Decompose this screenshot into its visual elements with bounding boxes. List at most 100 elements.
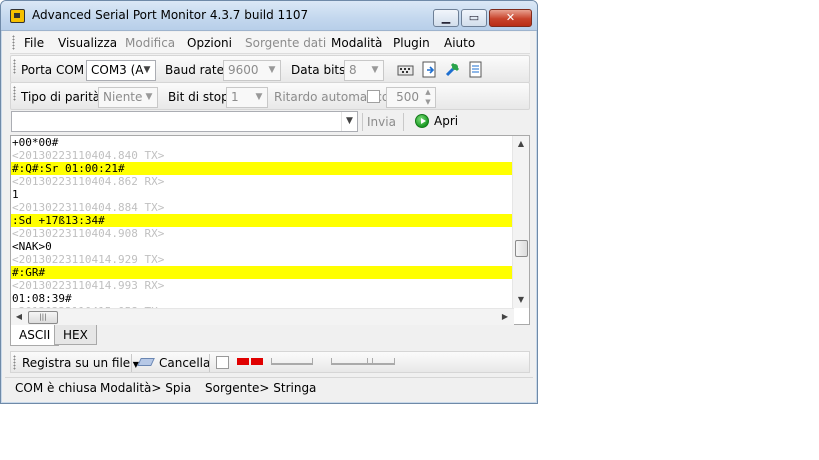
log-data-line: #:Q#:Sr 01:00:21#	[11, 162, 514, 175]
separator	[403, 113, 404, 131]
close-icon: ✕	[505, 11, 516, 24]
signal-led-off	[367, 358, 395, 365]
log-timestamp-line: <20130223110404.884 TX>	[12, 201, 165, 214]
chevron-down-icon: ▼	[145, 92, 153, 102]
clear-button[interactable]: Cancella	[137, 356, 211, 370]
status-port: COM è chiusa	[15, 381, 97, 395]
send-button[interactable]: Invia	[367, 115, 396, 129]
scroll-left-icon[interactable]: ◀	[11, 309, 27, 325]
baud-value: 9600	[228, 63, 259, 77]
toolbar-grip[interactable]	[13, 59, 16, 74]
document-icon[interactable]	[467, 61, 484, 78]
plugin-icon[interactable]	[444, 61, 461, 78]
log-timestamp-line: <20130223110404.840 TX>	[12, 149, 165, 162]
window-title: Advanced Serial Port Monitor 4.3.7 build…	[32, 8, 309, 22]
menu-visualizza[interactable]: Visualizza	[58, 36, 117, 50]
app-window: Advanced Serial Port Monitor 4.3.7 build…	[0, 0, 538, 404]
minimize-icon: ▁	[441, 11, 451, 24]
menu-file[interactable]: File	[24, 36, 44, 50]
chevron-down-icon[interactable]: ▼	[341, 112, 357, 131]
menu-modifica[interactable]: Modifica	[125, 36, 175, 50]
auto-delay-checkbox[interactable]	[367, 90, 380, 103]
spin-down-icon[interactable]: ▼	[421, 98, 435, 107]
databits-value: 8	[349, 63, 357, 77]
chevron-down-icon: ▼	[371, 65, 379, 75]
maximize-icon: ▭	[468, 11, 480, 24]
databits-select[interactable]: 8 ▼	[344, 60, 384, 81]
port-value: COM3 (A	[91, 63, 144, 77]
baud-label: Baud rate	[165, 63, 224, 77]
log-timestamp-line: <20130223110414.929 TX>	[12, 253, 165, 266]
tab-hex[interactable]: HEX	[54, 325, 97, 345]
scroll-down-icon[interactable]: ▼	[513, 292, 529, 308]
log-data-line: #:GR#	[11, 266, 514, 279]
open-button-label: Apri	[434, 114, 459, 128]
log-pane[interactable]: +00*00# <20130223110404.840 TX> #:Q#:Sr 01…	[10, 135, 530, 325]
save-settings-icon[interactable]	[421, 61, 438, 78]
send-bar: ▼ Invia Apri	[10, 110, 530, 134]
log-timestamp-line: <20130223110404.908 RX>	[12, 227, 165, 240]
menu-opzioni[interactable]: Opzioni	[187, 36, 232, 50]
line-settings-toolbar: Tipo di parità Niente ▼ Bit di stop 1 ▼ …	[10, 82, 530, 110]
delay-spinner[interactable]: 500 ▲ ▼	[386, 87, 436, 108]
log-data-line: <NAK>0	[12, 240, 52, 253]
status-bar: COM è chiusa Modalità> Spia Sorgente> St…	[5, 377, 533, 399]
separator	[131, 354, 132, 372]
menu-grip[interactable]	[12, 35, 15, 50]
log-timestamp-line: <20130223110414.993 RX>	[12, 279, 165, 292]
play-icon	[415, 114, 429, 128]
scroll-up-icon[interactable]: ▲	[513, 136, 529, 152]
signal-indicator	[216, 356, 229, 369]
log-data-line: 01:08:39#	[12, 292, 72, 305]
spin-up-icon[interactable]: ▲	[421, 88, 435, 97]
maximize-button[interactable]: ▭	[461, 9, 487, 27]
app-icon	[10, 9, 25, 23]
record-label: Registra su un file	[22, 356, 131, 370]
horizontal-scroll-thumb[interactable]: |||	[28, 311, 58, 324]
signal-led-red	[237, 358, 249, 365]
chevron-down-icon: ▼	[268, 65, 276, 75]
menu-sorgente-dati[interactable]: Sorgente dati	[245, 36, 326, 50]
port-label: Porta COM	[21, 63, 85, 77]
parity-select[interactable]: Niente ▼	[98, 87, 158, 108]
horizontal-scrollbar[interactable]: ◀ ||| ▶	[11, 308, 514, 325]
port-select[interactable]: COM3 (A ▼	[86, 60, 156, 81]
stopbits-select[interactable]: 1 ▼	[226, 87, 268, 108]
port-settings-toolbar: Porta COM COM3 (A ▼ Baud rate 9600 ▼ Dat…	[10, 55, 530, 83]
toolbar-grip[interactable]	[13, 355, 16, 370]
log-data-line: +00*00#	[12, 136, 59, 149]
menu-modalita[interactable]: Modalità	[331, 36, 382, 50]
view-tabs: ASCII HEX	[10, 325, 530, 347]
menu-bar: File Visualizza Modifica Opzioni Sorgent…	[10, 32, 530, 54]
status-source: Sorgente> Stringa	[205, 381, 317, 395]
signal-led-off	[271, 358, 313, 365]
databits-label: Data bits	[291, 63, 346, 77]
tab-ascii[interactable]: ASCII	[10, 325, 60, 346]
open-button[interactable]: Apri	[411, 111, 464, 133]
minimize-button[interactable]: ▁	[433, 9, 459, 27]
signal-led-red	[251, 358, 263, 365]
log-data-line: :Sd +17ß13:34#	[11, 214, 514, 227]
send-input[interactable]: ▼	[11, 111, 358, 132]
delay-value: 500	[396, 90, 419, 104]
menu-plugin[interactable]: Plugin	[393, 36, 430, 50]
vertical-scroll-thumb[interactable]	[515, 240, 528, 257]
vertical-scrollbar[interactable]: ▲ ▼	[512, 136, 529, 308]
scroll-right-icon[interactable]: ▶	[497, 309, 513, 325]
parity-label: Tipo di parità	[21, 90, 101, 104]
chevron-down-icon: ▼	[255, 92, 263, 102]
parity-value: Niente	[103, 90, 143, 104]
menu-aiuto[interactable]: Aiuto	[444, 36, 475, 50]
record-button[interactable]: Registra su un file ▼	[22, 356, 139, 370]
log-timestamp-line: <20130223110404.862 RX>	[12, 175, 165, 188]
separator	[209, 354, 210, 372]
separator	[362, 113, 363, 131]
clear-label: Cancella	[159, 356, 211, 370]
toolbar-grip[interactable]	[13, 86, 16, 101]
baud-select[interactable]: 9600 ▼	[223, 60, 281, 81]
close-button[interactable]: ✕	[489, 9, 532, 27]
port-settings-icon[interactable]	[397, 61, 414, 78]
title-bar[interactable]: Advanced Serial Port Monitor 4.3.7 build…	[1, 1, 537, 31]
log-text[interactable]: +00*00# <20130223110404.840 TX> #:Q#:Sr 01…	[11, 136, 514, 308]
log-data-line: 1	[12, 188, 19, 201]
